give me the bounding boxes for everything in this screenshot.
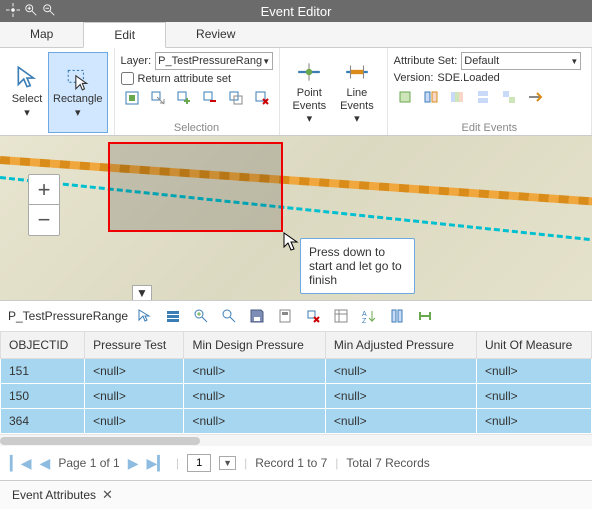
select-add-btn[interactable] <box>173 87 195 109</box>
center-icon[interactable] <box>6 3 20 20</box>
return-attribute-label: Return attribute set <box>138 73 232 85</box>
return-attribute-checkbox[interactable] <box>121 72 134 85</box>
pager-first[interactable]: ▎◀ <box>10 455 32 472</box>
edit-events-group-label: Edit Events <box>388 122 591 134</box>
map-dropdown-handle[interactable]: ▼ <box>132 285 152 301</box>
ribbon: Select▾ Rectangle▾ Layer: P_TestPressure… <box>0 48 592 136</box>
tab-edit[interactable]: Edit <box>83 22 166 48</box>
pager-page-input[interactable] <box>187 454 211 472</box>
point-events-button[interactable]: Point Events ▾ <box>286 52 334 133</box>
pager-record-text: Record 1 to 7 <box>255 456 327 470</box>
edit-tool-1[interactable] <box>394 86 416 108</box>
select-template-btn[interactable] <box>121 87 143 109</box>
version-value: SDE.Loaded <box>437 72 499 84</box>
titlebar: Event Editor <box>0 0 592 22</box>
zoom-out-button[interactable]: − <box>29 205 59 235</box>
col-min-adjusted[interactable]: Min Adjusted Pressure <box>325 332 476 359</box>
col-pressure-test[interactable]: Pressure Test <box>85 332 184 359</box>
tb-delete-icon[interactable] <box>304 307 322 325</box>
col-objectid[interactable]: OBJECTID <box>1 332 85 359</box>
tb-columns-icon[interactable] <box>388 307 406 325</box>
line-events-button[interactable]: Line Events ▾ <box>333 52 381 133</box>
edit-tool-4[interactable] <box>472 86 494 108</box>
col-min-design[interactable]: Min Design Pressure <box>184 332 325 359</box>
tb-zoom-to-icon[interactable] <box>220 307 238 325</box>
select-button[interactable]: Select▾ <box>6 52 48 133</box>
svg-text:Z: Z <box>362 318 367 324</box>
tb-table-icon[interactable] <box>164 307 182 325</box>
pager-page-text: Page 1 of 1 <box>58 456 119 470</box>
map-tooltip: Press down to start and let go to finish <box>300 238 415 294</box>
map-road <box>0 156 592 207</box>
tb-zoom-select-icon[interactable] <box>192 307 210 325</box>
select-intersect-btn[interactable] <box>225 87 247 109</box>
version-label: Version: <box>394 72 434 84</box>
col-unit[interactable]: Unit Of Measure <box>476 332 591 359</box>
attr-set-label: Attribute Set: <box>394 55 458 67</box>
map-zoom-control: + − <box>28 174 60 236</box>
app-title: Event Editor <box>261 4 332 19</box>
table-row[interactable]: 364<null><null><null><null> <box>1 409 592 434</box>
tb-measure-icon[interactable] <box>416 307 434 325</box>
pager-last[interactable]: ▶▎ <box>147 455 169 472</box>
footer-tabs: Event Attributes ✕ <box>0 480 592 509</box>
cursor-icon <box>283 232 299 252</box>
tb-calc-icon[interactable] <box>276 307 294 325</box>
sql-select-btn[interactable] <box>147 87 169 109</box>
rectangle-button[interactable]: Rectangle▾ <box>48 52 108 133</box>
edit-tool-2[interactable] <box>420 86 442 108</box>
tab-review[interactable]: Review <box>166 22 265 47</box>
main-tabs: Map Edit Review <box>0 22 592 48</box>
tb-select-icon[interactable] <box>136 307 154 325</box>
layer-label: Layer: <box>121 55 152 67</box>
edit-tool-3[interactable] <box>446 86 468 108</box>
tb-save-icon[interactable] <box>248 307 266 325</box>
table-row[interactable]: 150<null><null><null><null> <box>1 384 592 409</box>
h-scrollbar[interactable] <box>0 434 592 446</box>
selection-group-label: Selection <box>115 122 279 134</box>
clear-select-btn[interactable] <box>251 87 273 109</box>
edit-tool-5[interactable] <box>498 86 520 108</box>
zoom-in-icon[interactable] <box>24 3 38 20</box>
close-icon[interactable]: ✕ <box>102 487 113 503</box>
table-title: P_TestPressureRange <box>8 309 128 323</box>
map-view[interactable]: + − Press down to start and let go to fi… <box>0 136 592 301</box>
footer-tab-event-attributes[interactable]: Event Attributes ✕ <box>8 485 117 505</box>
svg-text:A: A <box>362 311 367 318</box>
pager-prev[interactable]: ◀ <box>40 455 51 472</box>
layer-dropdown[interactable]: P_TestPressureRange▼ <box>155 52 273 70</box>
table-panel: P_TestPressureRange AZ OBJECTID Pressure… <box>0 301 592 480</box>
table-row[interactable]: 151<null><null><null><null> <box>1 359 592 384</box>
selection-rectangle <box>108 142 283 232</box>
pager-page-dropdown[interactable]: ▼ <box>219 456 236 470</box>
pager: ▎◀ ◀ Page 1 of 1 ▶ ▶▎ | ▼ | Record 1 to … <box>0 446 592 480</box>
zoom-in-button[interactable]: + <box>29 175 59 205</box>
tb-fields-icon[interactable] <box>332 307 350 325</box>
edit-tool-6[interactable] <box>524 86 546 108</box>
zoom-out-icon[interactable] <box>42 3 56 20</box>
tab-map[interactable]: Map <box>0 22 83 47</box>
pager-total-text: Total 7 Records <box>346 456 429 470</box>
select-remove-btn[interactable] <box>199 87 221 109</box>
attr-set-dropdown[interactable]: Default▼ <box>461 52 581 70</box>
pager-next[interactable]: ▶ <box>128 455 139 472</box>
events-table: OBJECTID Pressure Test Min Design Pressu… <box>0 331 592 434</box>
tb-sort-icon[interactable]: AZ <box>360 307 378 325</box>
